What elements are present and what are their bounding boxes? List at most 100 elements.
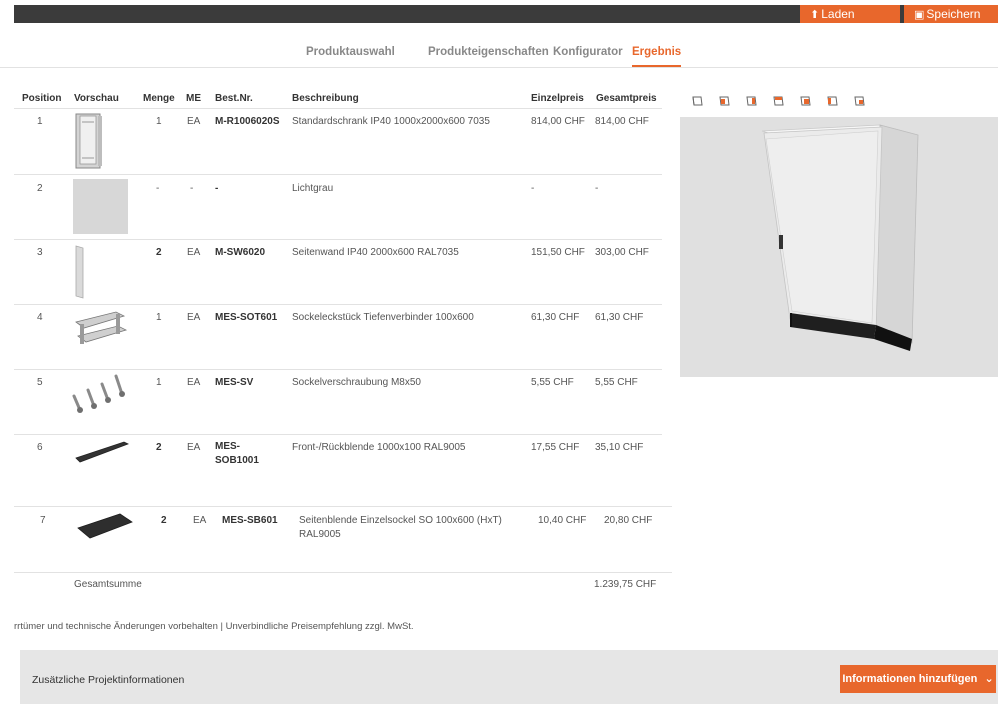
row-unit: EA [187, 442, 201, 453]
cabinet-thumbnail [75, 113, 102, 169]
row-divider [14, 304, 662, 305]
row-unit-price: 814,00 CHF [531, 116, 585, 127]
row-total-price: 5,55 CHF [595, 377, 638, 388]
header-position: Position [22, 93, 62, 104]
row-divider [14, 572, 672, 573]
view-front-icon[interactable] [717, 95, 732, 107]
row-quantity: 1 [156, 377, 162, 388]
row-divider [14, 369, 662, 370]
row-position: 1 [37, 116, 43, 127]
row-unit: - [190, 183, 194, 194]
row-total-price: - [595, 183, 599, 194]
side-panel-base-thumbnail [77, 513, 133, 539]
header-unit: ME [186, 93, 201, 104]
row-unit-price: 151,50 CHF [531, 247, 585, 258]
row-divider [14, 506, 672, 507]
project-info-title: Zusätzliche Projektinformationen [32, 674, 185, 686]
row-quantity: 2 [156, 442, 162, 453]
row-unit-price: 5,55 CHF [531, 377, 574, 388]
row-position: 7 [40, 515, 46, 526]
sum-label: Gesamtsumme [74, 579, 142, 590]
row-unit: EA [193, 515, 207, 526]
view-toolbar [690, 95, 867, 107]
cabinet-3d-model [761, 124, 919, 351]
step-tabs: Produktauswahl Produkteigenschaften Konf… [0, 46, 998, 68]
row-total-price: 35,10 CHF [595, 442, 644, 453]
row-position: 3 [37, 247, 43, 258]
tab-produktauswahl[interactable]: Produktauswahl [306, 46, 395, 58]
row-unit: EA [187, 247, 201, 258]
row-unit: EA [187, 116, 201, 127]
row-unit-price: - [531, 183, 535, 194]
view-right-icon[interactable] [744, 95, 759, 107]
front-panel-thumbnail [75, 441, 129, 463]
project-info-panel: Zusätzliche Projektinformationen Informa… [20, 650, 998, 704]
header-preview: Vorschau [74, 93, 119, 104]
row-position: 2 [37, 183, 43, 194]
save-button[interactable]: ▣ Speichern [904, 5, 998, 23]
header-quantity: Menge [143, 93, 175, 104]
view-back-icon[interactable] [798, 95, 813, 107]
row-description: Seitenwand IP40 2000x600 RAL7035 [292, 247, 459, 258]
row-description: Seitenblende Einzelsockel SO 100x600 (Hx… [299, 515, 502, 540]
row-divider [14, 239, 662, 240]
sum-value: 1.239,75 CHF [594, 579, 657, 590]
header-total-price: Gesamtpreis [596, 93, 657, 104]
chevron-down-icon: ⌄ [984, 672, 994, 685]
row-part-number: MES-SOB1001 [215, 441, 259, 466]
header-description: Beschreibung [292, 93, 359, 104]
row-divider [14, 174, 662, 175]
tab-ergebnis[interactable]: Ergebnis [632, 46, 682, 67]
row-part-number: MES-SV [215, 377, 254, 388]
row-quantity: 2 [156, 247, 162, 258]
upload-icon: ⬆ [810, 8, 820, 21]
add-info-button[interactable]: Informationen hinzufügen ⌄ [840, 665, 996, 693]
load-button[interactable]: ⬆ Laden [800, 5, 900, 23]
side-panel-thumbnail [75, 245, 84, 299]
tab-produkteigenschaften[interactable]: Produkteigenschaften [428, 46, 549, 58]
view-left-icon[interactable] [825, 95, 840, 107]
row-unit-price: 17,55 CHF [531, 442, 580, 453]
row-description: Sockeleckstück Tiefenverbinder 100x600 [292, 312, 474, 323]
disclaimer-text: rrtümer und technische Änderungen vorbeh… [14, 621, 414, 632]
tab-konfigurator[interactable]: Konfigurator [553, 46, 623, 58]
row-unit-price: 10,40 CHF [538, 515, 587, 526]
row-quantity: 2 [161, 515, 167, 526]
row-part-number: M-R1006020S [215, 116, 280, 127]
header-part-number: Best.Nr. [215, 93, 253, 104]
row-description: Front-/Rückblende 1000x100 RAL9005 [292, 442, 466, 453]
row-total-price: 61,30 CHF [595, 312, 644, 323]
row-total-price: 303,00 CHF [595, 247, 649, 258]
load-label: Laden [821, 7, 855, 21]
color-swatch-thumbnail [73, 179, 128, 234]
row-unit: EA [187, 377, 201, 388]
row-total-price: 20,80 CHF [604, 515, 653, 526]
row-position: 4 [37, 312, 43, 323]
save-label: Speichern [926, 7, 981, 21]
row-quantity: - [156, 183, 160, 194]
add-info-label: Informationen hinzufügen [842, 673, 978, 685]
row-part-number: M-SW6020 [215, 247, 266, 258]
base-corner-thumbnail [75, 311, 128, 344]
view-iso-back-right-icon[interactable] [852, 95, 867, 107]
row-unit-price: 61,30 CHF [531, 312, 580, 323]
screws-thumbnail [72, 374, 125, 413]
row-position: 5 [37, 377, 43, 388]
top-bar: ⬆ Laden ▣ Speichern [14, 5, 998, 23]
row-part-number: MES-SB601 [222, 515, 278, 526]
row-part-number: - [215, 183, 219, 194]
row-description: Lichtgrau [292, 183, 334, 194]
view-iso-front-left-icon[interactable] [690, 95, 705, 107]
3d-preview[interactable] [680, 117, 998, 377]
row-quantity: 1 [156, 312, 162, 323]
row-unit: EA [187, 312, 201, 323]
row-quantity: 1 [156, 116, 162, 127]
row-description: Sockelverschraubung M8x50 [292, 377, 421, 388]
view-top-icon[interactable] [771, 95, 786, 107]
row-part-number: MES-SOT601 [215, 312, 278, 323]
header-divider [14, 108, 662, 109]
row-description: Standardschrank IP40 1000x2000x600 7035 [292, 116, 490, 127]
header-unit-price: Einzelpreis [531, 93, 584, 104]
row-total-price: 814,00 CHF [595, 116, 649, 127]
row-divider [14, 434, 662, 435]
